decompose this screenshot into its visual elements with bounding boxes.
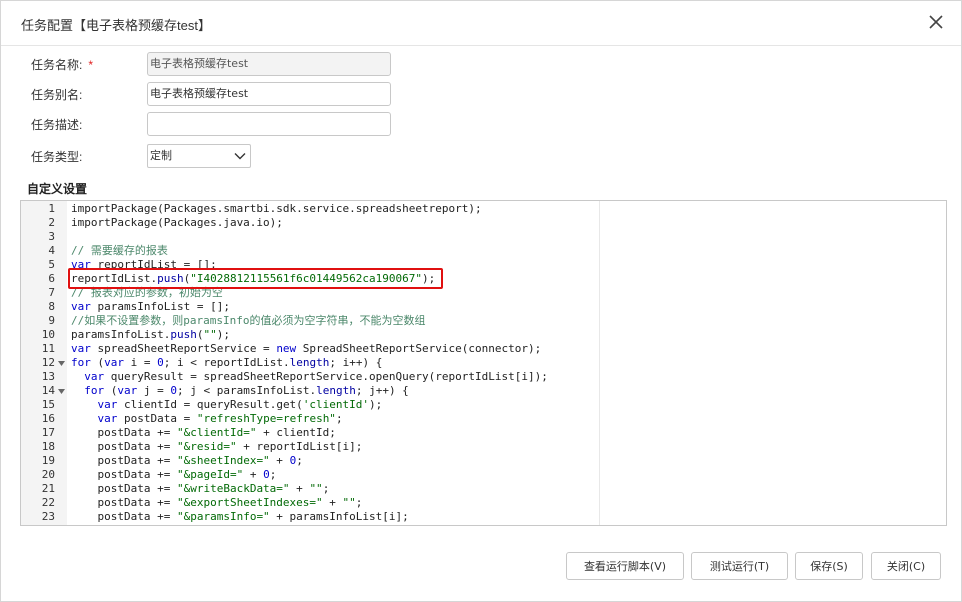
dialog-title: 任务配置【电子表格预缓存test】 bbox=[21, 18, 211, 33]
line-number: 1 bbox=[48, 202, 55, 215]
code-text: var spreadSheetReportService = new Sprea… bbox=[71, 342, 542, 355]
code-line[interactable]: 21 postData += "&writeBackData=" + ""; bbox=[21, 482, 946, 496]
code-line[interactable]: 14 for (var j = 0; j < paramsInfoList.le… bbox=[21, 384, 946, 398]
task-type-value: 定制 bbox=[150, 149, 172, 162]
code-line[interactable]: 9 //如果不设置参数，则paramsInfo的值必须为空字符串，不能为空数组 bbox=[21, 314, 946, 328]
task-type-select[interactable]: 定制 bbox=[147, 144, 251, 168]
code-text: var clientId = queryResult.get('clientId… bbox=[97, 398, 383, 411]
code-line[interactable]: 10 paramsInfoList.push(""); bbox=[21, 328, 946, 342]
line-number: 22 bbox=[41, 496, 55, 509]
line-number: 23 bbox=[41, 510, 55, 523]
line-number: 20 bbox=[41, 468, 55, 481]
code-line[interactable]: 6 reportIdList.push("I4028812115561f6c014… bbox=[21, 272, 946, 286]
line-number: 5 bbox=[48, 258, 55, 271]
code-text: postData += "&pageId=" + 0; bbox=[71, 468, 277, 481]
code-line[interactable]: 3 bbox=[21, 230, 946, 244]
code-text: postData += "&resid=" + reportIdList[i]; bbox=[71, 440, 363, 453]
code-text: importPackage(Packages.java.io); bbox=[71, 216, 283, 229]
script-editor[interactable]: 1 importPackage(Packages.smartbi.sdk.serv… bbox=[20, 200, 947, 526]
code-text: // 报表对应的参数，初始为空 bbox=[71, 286, 223, 299]
code-line[interactable]: 15 var clientId = queryResult.get('clien… bbox=[21, 398, 946, 412]
code-text: importPackage(Packages.smartbi.sdk.servi… bbox=[71, 202, 482, 215]
line-number: 18 bbox=[41, 440, 55, 453]
code-text: reportIdList.push("I4028812115561f6c0144… bbox=[71, 272, 436, 285]
fold-arrow-icon[interactable] bbox=[58, 388, 65, 395]
code-line[interactable]: 11 var spreadSheetReportService = new Spr… bbox=[21, 342, 946, 356]
line-number: 4 bbox=[48, 244, 55, 257]
line-number: 10 bbox=[41, 328, 55, 341]
task-config-dialog: 任务配置【电子表格预缓存test】 任务名称: * 电子表格预缓存test 任务别… bbox=[0, 0, 962, 602]
line-number: 7 bbox=[48, 286, 55, 299]
code-line[interactable]: 8 var paramsInfoList = []; bbox=[21, 300, 946, 314]
code-text: for (var j = 0; j < paramsInfoList.lengt… bbox=[84, 384, 409, 397]
line-number: 13 bbox=[41, 370, 55, 383]
line-number: 9 bbox=[48, 314, 55, 327]
task-type-label: 任务类型: bbox=[31, 150, 83, 164]
close-button[interactable]: 关闭(C) bbox=[871, 552, 941, 580]
code-line[interactable]: 4 // 需要缓存的报表 bbox=[21, 244, 946, 258]
line-number: 11 bbox=[41, 342, 55, 355]
line-number: 14 bbox=[41, 384, 55, 397]
task-desc-label: 任务描述: bbox=[31, 118, 83, 132]
code-line[interactable]: 20 postData += "&pageId=" + 0; bbox=[21, 468, 946, 482]
line-number: 8 bbox=[48, 300, 55, 313]
code-line[interactable]: 16 var postData = "refreshType=refresh"; bbox=[21, 412, 946, 426]
code-text: var reportIdList = []; bbox=[71, 258, 217, 271]
code-text: postData += "&writeBackData=" + ""; bbox=[71, 482, 330, 495]
line-number: 19 bbox=[41, 454, 55, 467]
task-alias-input[interactable]: 电子表格预缓存test bbox=[147, 82, 391, 106]
code-text: postData += "&clientId=" + clientId; bbox=[71, 426, 336, 439]
line-number: 21 bbox=[41, 482, 55, 495]
close-icon[interactable] bbox=[927, 13, 945, 31]
task-name-label: 任务名称: * bbox=[31, 58, 94, 72]
code-line[interactable]: 7 // 报表对应的参数，初始为空 bbox=[21, 286, 946, 300]
required-marker: * bbox=[88, 58, 94, 72]
code-text: // 需要缓存的报表 bbox=[71, 244, 168, 257]
code-line[interactable]: 12 for (var i = 0; i < reportIdList.lengt… bbox=[21, 356, 946, 370]
code-lines: 1 importPackage(Packages.smartbi.sdk.serv… bbox=[21, 202, 946, 524]
code-line[interactable]: 1 importPackage(Packages.smartbi.sdk.serv… bbox=[21, 202, 946, 216]
code-text: postData += "&sheetIndex=" + 0; bbox=[71, 454, 303, 467]
code-line[interactable]: 5 var reportIdList = []; bbox=[21, 258, 946, 272]
dialog-titlebar: 任务配置【电子表格预缓存test】 bbox=[1, 1, 961, 46]
code-text: //如果不设置参数，则paramsInfo的值必须为空字符串，不能为空数组 bbox=[71, 314, 426, 327]
code-text: for (var i = 0; i < reportIdList.length;… bbox=[71, 356, 383, 369]
line-number: 2 bbox=[48, 216, 55, 229]
custom-settings-title: 自定义设置 bbox=[27, 182, 88, 196]
code-text: var paramsInfoList = []; bbox=[71, 300, 230, 313]
code-line[interactable]: 19 postData += "&sheetIndex=" + 0; bbox=[21, 454, 946, 468]
code-text: postData += "&paramsInfo=" + paramsInfoL… bbox=[71, 510, 409, 523]
code-line[interactable]: 13 var queryResult = spreadSheetReportSe… bbox=[21, 370, 946, 384]
line-number: 17 bbox=[41, 426, 55, 439]
code-line[interactable]: 18 postData += "&resid=" + reportIdList[… bbox=[21, 440, 946, 454]
view-script-button[interactable]: 查看运行脚本(V) bbox=[566, 552, 684, 580]
test-run-button[interactable]: 测试运行(T) bbox=[691, 552, 788, 580]
save-button[interactable]: 保存(S) bbox=[795, 552, 863, 580]
code-line[interactable]: 2 importPackage(Packages.java.io); bbox=[21, 216, 946, 230]
line-number: 3 bbox=[48, 230, 55, 243]
code-text: var postData = "refreshType=refresh"; bbox=[97, 412, 343, 425]
line-number: 6 bbox=[48, 272, 55, 285]
line-number: 16 bbox=[41, 412, 55, 425]
line-number: 15 bbox=[41, 398, 55, 411]
code-text: var queryResult = spreadSheetReportServi… bbox=[84, 370, 548, 383]
line-number: 12 bbox=[41, 356, 55, 369]
code-line[interactable]: 23 postData += "&paramsInfo=" + paramsIn… bbox=[21, 510, 946, 524]
code-text: postData += "&exportSheetIndexes=" + ""; bbox=[71, 496, 363, 509]
task-desc-input[interactable] bbox=[147, 112, 391, 136]
task-alias-label: 任务别名: bbox=[31, 88, 83, 102]
fold-arrow-icon[interactable] bbox=[58, 360, 65, 367]
task-name-input[interactable]: 电子表格预缓存test bbox=[147, 52, 391, 76]
code-text: paramsInfoList.push(""); bbox=[71, 328, 230, 341]
chevron-down-icon bbox=[234, 153, 246, 160]
code-line[interactable]: 22 postData += "&exportSheetIndexes=" + … bbox=[21, 496, 946, 510]
code-line[interactable]: 17 postData += "&clientId=" + clientId; bbox=[21, 426, 946, 440]
